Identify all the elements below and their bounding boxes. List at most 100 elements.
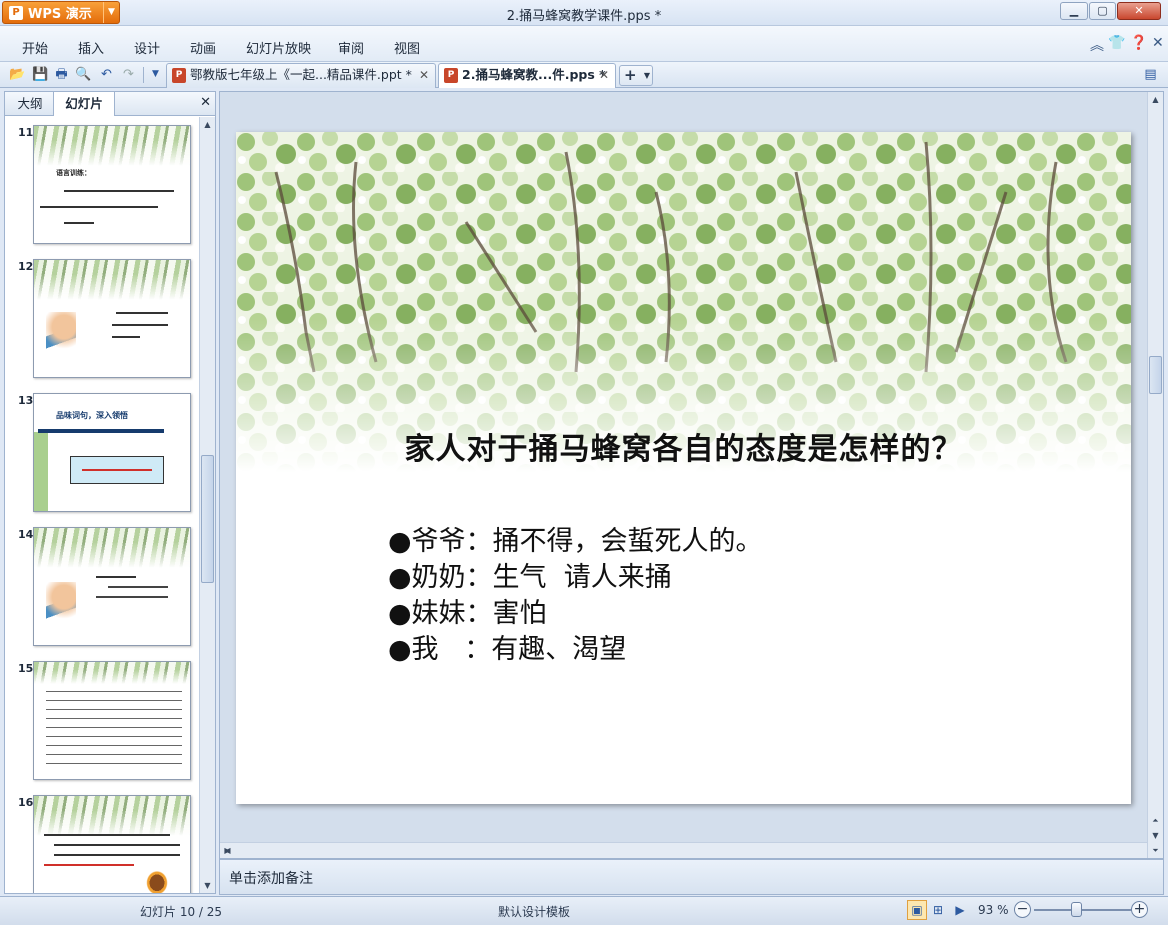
slide-panel: 大纲 幻灯片 ✕ 11 语言训练： 12 13 品味词句，深入领悟 14 15 …: [4, 91, 216, 894]
close-window-button[interactable]: ✕: [1117, 2, 1161, 20]
thumbnail-number: 12: [18, 260, 34, 273]
slide-thumbnail-15[interactable]: [33, 661, 191, 780]
zoom-in-icon[interactable]: +: [1131, 901, 1148, 918]
arrow-line-shape: [38, 429, 164, 433]
dense-text-block: [46, 686, 182, 772]
editor-horizontal-scrollbar[interactable]: ◀ ▶: [220, 842, 1147, 858]
slide-thumbnail-list: 11 语言训练： 12 13 品味词句，深入领悟 14 15 16: [5, 117, 199, 893]
maximize-button[interactable]: ▢: [1089, 2, 1116, 20]
thumbnail-number: 13: [18, 394, 34, 407]
tree-banner-image: [34, 796, 190, 836]
thumbnail-line: [44, 864, 134, 866]
thumbnail-line: [112, 324, 168, 326]
close-tab-icon[interactable]: ✕: [419, 64, 429, 86]
next-slide-icon[interactable]: ⏷: [1148, 843, 1163, 858]
menu-bar: 开始 插入 设计 动画 幻灯片放映 审阅 视图 ︽ 👕 ❓ ✕: [0, 26, 1168, 62]
thumbnail-line: [112, 336, 140, 338]
menu-review[interactable]: 审阅: [338, 38, 364, 57]
tree-banner-image: [34, 662, 190, 684]
slide-thumbnail-11[interactable]: 语言训练：: [33, 125, 191, 244]
wasp-illustration: [142, 866, 172, 893]
title-bar: P WPS 演示 ▼ 2.捅马蜂窝教学课件.pps * ▁ ▢ ✕: [0, 0, 1168, 26]
slide-thumbnail-12[interactable]: [33, 259, 191, 378]
menu-home[interactable]: 开始: [22, 38, 48, 57]
slide-counter: 幻灯片 10 / 25: [140, 905, 223, 919]
thumbnail-line: [116, 312, 168, 314]
current-slide[interactable]: 家人对于捅马蜂窝各自的态度是怎样的？ ●爷爷：捅不得，会蜇死人的。 ●奶奶：生气…: [236, 132, 1131, 804]
bullet-item: ●妹妹：害怕: [388, 598, 547, 629]
tab-slides[interactable]: 幻灯片: [53, 92, 115, 116]
save-icon[interactable]: 💾: [32, 66, 49, 83]
thumbnail-line: [54, 854, 180, 856]
zoom-slider-track[interactable]: [1034, 909, 1132, 911]
close-doc-icon[interactable]: ✕: [1152, 35, 1164, 51]
notes-pane[interactable]: 单击添加备注: [219, 859, 1164, 895]
zoom-out-icon[interactable]: −: [1014, 901, 1031, 918]
tab-label: 2.捅马蜂窝教...件.pps *: [462, 67, 606, 82]
scroll-down-icon[interactable]: ▼: [1148, 828, 1163, 843]
tab-outline[interactable]: 大纲: [9, 92, 51, 116]
customize-dropdown-icon[interactable]: ▼: [147, 66, 164, 83]
tab-label: 鄂教版七年级上《一起...精品课件.ppt *: [190, 67, 412, 82]
scroll-thumb[interactable]: [201, 455, 214, 583]
thumbnail-number: 15: [18, 662, 34, 675]
thumbnail-number: 16: [18, 796, 34, 809]
chevron-up-icon[interactable]: ︽: [1090, 35, 1104, 55]
menu-view[interactable]: 视图: [394, 38, 420, 57]
thumbnail-scrollbar[interactable]: ▲ ▼: [199, 117, 215, 893]
tree-banner-image: [34, 126, 190, 166]
print-icon[interactable]: 🖶: [53, 66, 70, 83]
scroll-up-icon[interactable]: ▲: [200, 117, 215, 132]
thumbnail-line: [82, 469, 152, 471]
slide-bullet-list[interactable]: ●爷爷：捅不得，会蜇死人的。 ●奶奶：生气 请人来捅 ●妹妹：害怕 ●我 ：有趣…: [388, 524, 763, 668]
menu-slideshow[interactable]: 幻灯片放映: [246, 38, 311, 57]
previous-slide-icon[interactable]: ⏶: [1148, 813, 1163, 828]
thumbnail-line: [54, 844, 180, 846]
quick-toolbar: 📂 💾 🖶 🔍 ↶ ↷ ▼ P 鄂教版七年级上《一起...精品课件.ppt * …: [0, 62, 1168, 88]
tree-banner-image: [34, 528, 190, 568]
close-panel-icon[interactable]: ✕: [200, 95, 211, 110]
slide-title[interactable]: 家人对于捅马蜂窝各自的态度是怎样的？: [236, 424, 1131, 468]
panel-tabs: 大纲 幻灯片 ✕: [5, 92, 215, 116]
scroll-down-icon[interactable]: ▼: [200, 878, 215, 893]
thumbnail-line: [64, 222, 94, 224]
scroll-up-icon[interactable]: ▲: [1148, 92, 1163, 107]
thumbnail-text: 品味词句，深入领悟: [56, 411, 128, 420]
slideshow-icon[interactable]: ▶: [950, 900, 970, 920]
normal-view-icon[interactable]: ▣: [907, 900, 927, 920]
slide-thumbnail-13[interactable]: 品味词句，深入领悟: [33, 393, 191, 512]
undo-icon[interactable]: ↶: [98, 66, 115, 83]
thumbnail-line: [44, 834, 170, 836]
slide-thumbnail-14[interactable]: [33, 527, 191, 646]
thumbnail-number: 11: [18, 126, 34, 139]
close-tab-icon[interactable]: ✕: [599, 64, 609, 86]
editor-vertical-scrollbar[interactable]: ▲ ⏶ ▼ ⏷: [1147, 92, 1163, 858]
ppt-file-icon: P: [444, 68, 458, 83]
menu-insert[interactable]: 插入: [78, 38, 104, 57]
minimize-button[interactable]: ▁: [1060, 2, 1088, 20]
status-bar: 幻灯片 10 / 25 默认设计模板 ▣ ⊞ ▶ 93 % − +: [0, 896, 1168, 925]
redo-icon[interactable]: ↷: [120, 66, 137, 83]
scroll-right-icon[interactable]: ▶: [220, 843, 235, 858]
window-title: 2.捅马蜂窝教学课件.pps *: [506, 9, 662, 24]
print-preview-icon[interactable]: 🔍: [75, 66, 92, 83]
tab-document-1[interactable]: P 鄂教版七年级上《一起...精品课件.ppt * ✕: [166, 63, 436, 88]
thumbnail-line: [96, 596, 168, 598]
zoom-slider-knob[interactable]: [1071, 902, 1082, 917]
bullet-item: ●奶奶：生气 请人来捅: [388, 562, 672, 593]
menu-animation[interactable]: 动画: [190, 38, 216, 57]
notes-placeholder[interactable]: 单击添加备注: [229, 868, 313, 888]
menu-design[interactable]: 设计: [134, 38, 160, 57]
boy-illustration: [46, 582, 76, 632]
slide-sorter-icon[interactable]: ⊞: [928, 900, 948, 920]
skin-icon[interactable]: 👕: [1108, 35, 1125, 51]
help-icon[interactable]: ❓: [1130, 35, 1147, 51]
open-folder-icon[interactable]: 📂: [9, 66, 26, 83]
tab-document-2[interactable]: P 2.捅马蜂窝教...件.pps * ✕: [438, 63, 616, 88]
panel-layout-icon[interactable]: ▤: [1142, 66, 1159, 83]
slide-thumbnail-16[interactable]: [33, 795, 191, 893]
thumbnail-line: [64, 190, 174, 192]
new-tab-button[interactable]: + ▼: [619, 65, 653, 86]
ppt-file-icon: P: [172, 68, 186, 83]
scroll-thumb[interactable]: [1149, 356, 1162, 394]
